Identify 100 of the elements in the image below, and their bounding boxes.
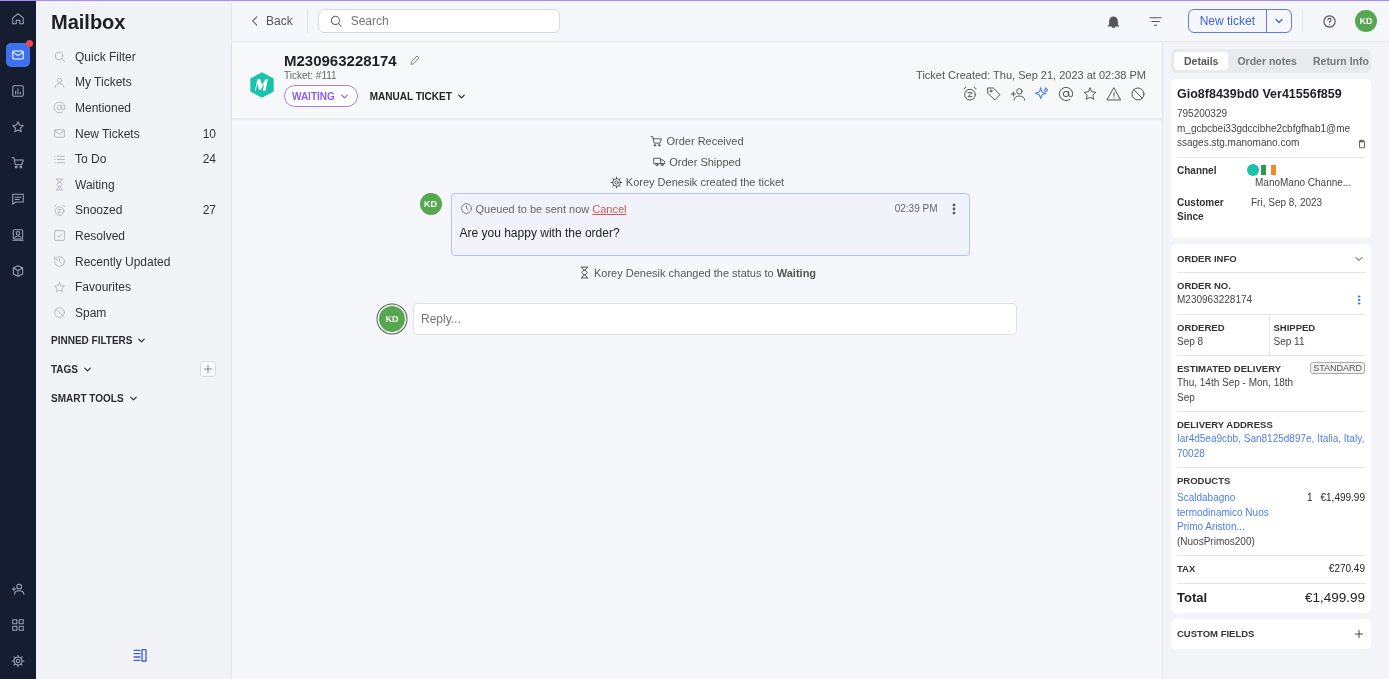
home-icon	[11, 12, 25, 26]
message-text: Are you happy with the order?	[459, 225, 621, 240]
sidebar-item[interactable]: Waiting	[51, 171, 216, 198]
mail-icon	[11, 48, 25, 62]
ban-icon	[1130, 86, 1146, 102]
status-dropdown[interactable]: WAITING	[284, 85, 358, 107]
assign-button[interactable]	[1010, 86, 1026, 102]
star-icon	[11, 120, 25, 134]
add-field-button[interactable]	[1353, 627, 1365, 640]
channel-logo	[248, 71, 276, 99]
add-user-icon	[11, 582, 25, 596]
search-field[interactable]: Search	[317, 9, 560, 33]
section-toggle[interactable]: SMART TOOLS	[51, 392, 139, 404]
add-user-icon	[1010, 86, 1026, 102]
timeline-event: Korey Denesik changed the status to Waiting	[593, 266, 817, 279]
mail-nav-button[interactable]	[6, 43, 30, 67]
sidebar-item[interactable]: Recently Updated	[51, 248, 216, 275]
search-icon	[53, 50, 66, 64]
block-button[interactable]	[1130, 86, 1146, 102]
sidebar-item[interactable]: New Tickets 10	[51, 120, 216, 147]
field-label: SHIPPED	[1273, 320, 1317, 335]
sidebar-item[interactable]: To Do 24	[51, 146, 216, 172]
bell-icon	[1106, 13, 1122, 29]
item-label: New Tickets	[75, 126, 141, 141]
sidebar-item[interactable]: Mentioned	[51, 95, 216, 121]
star-icon	[53, 280, 66, 294]
queued-status: Queued to be sent now	[475, 202, 590, 215]
at-sign-icon	[53, 101, 66, 115]
chat-icon	[11, 192, 25, 206]
reply-field[interactable]: Reply...	[413, 303, 1017, 335]
field-value: Sep 11	[1273, 334, 1306, 349]
sidebar-title: Mailbox	[51, 11, 127, 34]
panel-tab[interactable]: Details	[1174, 52, 1229, 70]
panel-tab[interactable]: Order notes	[1230, 52, 1304, 70]
plus-icon	[202, 363, 214, 376]
snooze-button[interactable]	[962, 86, 978, 102]
copy-button[interactable]	[1357, 138, 1367, 149]
sidebar-item[interactable]: Snoozed 27	[51, 197, 216, 224]
item-label: Mentioned	[75, 101, 133, 115]
envelope-icon	[53, 127, 66, 141]
mention-button[interactable]	[1058, 86, 1074, 102]
warning-icon	[1106, 86, 1122, 102]
spam-report-button[interactable]	[1106, 86, 1122, 102]
field-label: PRODUCTS	[1177, 474, 1232, 488]
ban-icon	[53, 306, 66, 320]
customer-phone: 795200329	[1177, 107, 1229, 121]
customer-email: m_gcbcbei33gdccibhe2cbfgfhab1@messages.stg.manomano.com	[1177, 121, 1352, 150]
collapse-panel-icon	[131, 647, 148, 663]
field-label: DELIVERY ADDRESS	[1177, 418, 1274, 432]
product-sku: (NuosPrimos200)	[1177, 534, 1256, 549]
notification-dot	[26, 40, 33, 47]
tag-icon	[986, 86, 1002, 102]
cart-icon	[11, 156, 25, 170]
clock-icon	[459, 202, 473, 215]
sidebar-item[interactable]: Quick Filter	[51, 44, 216, 70]
user-avatar: KD	[379, 306, 405, 332]
item-label: Quick Filter	[75, 49, 137, 64]
total-label: Total	[1177, 589, 1208, 605]
sparkle-icon	[1034, 86, 1050, 102]
collapse-sidebar-button[interactable]	[131, 647, 148, 663]
tag-button[interactable]	[986, 86, 1002, 102]
at-sign-icon	[1058, 86, 1074, 102]
product-price: €1,499.99	[1320, 491, 1365, 505]
field-value: Sep 8	[1177, 334, 1205, 349]
back-button[interactable]: Back	[248, 9, 308, 33]
user-icon	[53, 75, 66, 89]
box-icon	[11, 264, 25, 278]
apps-grid-icon	[11, 618, 25, 632]
field-label: ORDER NO.	[1177, 279, 1232, 293]
history-icon	[53, 255, 66, 269]
favourite-button[interactable]	[1082, 86, 1098, 102]
field-value: Fri, Sep 8, 2023	[1251, 196, 1323, 210]
product-link[interactable]: Scaldabagno termodinamico Nuos Primo Ariston...	[1177, 491, 1277, 535]
section-toggle[interactable]: PINNED FILTERS	[51, 334, 148, 346]
edit-title-button[interactable]	[408, 53, 421, 66]
tax-amount: €270.49	[1328, 562, 1365, 576]
sidebar-item[interactable]: Favourites	[51, 274, 216, 300]
sidebar-item[interactable]: Resolved	[51, 223, 216, 249]
ticket-type-dropdown[interactable]: MANUAL TICKET	[369, 90, 467, 102]
settings-icon	[11, 654, 25, 668]
sidebar-item[interactable]: My Tickets	[51, 69, 216, 96]
field-label: Channel	[1177, 163, 1218, 178]
delivery-address-link[interactable]: Iar4d5ea9cbb, San8125d897e, Italia, Italy, 70028	[1177, 432, 1365, 461]
item-label: My Tickets	[75, 75, 133, 90]
item-count: 10	[202, 126, 216, 141]
message-time: 02:39 PM	[894, 203, 938, 214]
item-label: Spam	[75, 305, 108, 320]
delivery-estimate: Thu, 14th Sep - Mon, 18th Sep	[1177, 376, 1295, 405]
cancel-link[interactable]: Cancel	[592, 202, 627, 215]
pencil-icon	[408, 53, 421, 66]
author-avatar: KD	[419, 192, 442, 215]
channel-name: ManoMano Channe...	[1255, 175, 1352, 190]
alarm-clock-icon	[962, 86, 978, 102]
total-amount: €1,499.99	[1304, 589, 1365, 605]
sidebar-item[interactable]: Spam	[51, 299, 216, 326]
ai-assist-button[interactable]	[1034, 86, 1050, 102]
section-toggle[interactable]: TAGS	[51, 363, 94, 375]
panel-tab[interactable]: Return Info	[1305, 52, 1376, 70]
shipping-badge: STANDARD	[1310, 362, 1365, 374]
clipboard-icon	[1357, 138, 1367, 149]
